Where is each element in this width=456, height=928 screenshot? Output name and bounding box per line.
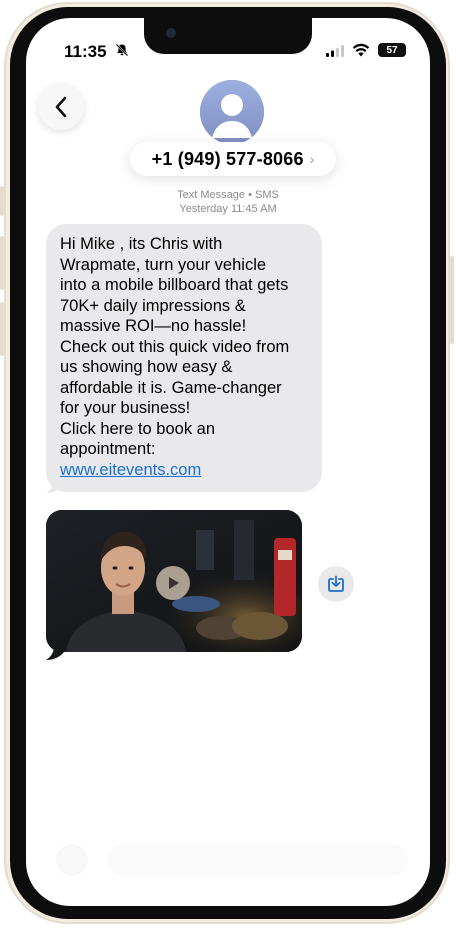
cellular-signal-icon <box>326 45 344 57</box>
phone-power-button <box>450 256 454 344</box>
save-to-device-icon <box>328 575 344 592</box>
camera-icon <box>166 28 176 38</box>
apps-button[interactable] <box>56 844 88 876</box>
message-service: Text Message • SMS <box>177 189 279 201</box>
bubble-tail <box>46 646 64 660</box>
bubble-tail <box>46 479 64 493</box>
battery-icon: 57 <box>378 43 406 57</box>
back-button[interactable] <box>38 84 84 130</box>
video-attachment[interactable] <box>46 510 302 652</box>
message-text: Hi Mike , its Chris with Wrapmate, turn … <box>60 235 290 458</box>
message-bubble[interactable]: Hi Mike , its Chris with Wrapmate, turn … <box>46 224 322 492</box>
wifi-icon <box>352 43 370 57</box>
status-time: 11:35 <box>64 42 107 61</box>
bell-slash-icon <box>115 43 129 57</box>
save-video-button[interactable] <box>318 566 354 602</box>
phone-volume-up <box>0 236 4 290</box>
contact-avatar[interactable] <box>200 80 264 144</box>
contact-number: +1 (949) 577-8066 <box>151 148 304 169</box>
phone-side-button <box>0 186 4 216</box>
battery-level: 57 <box>386 44 398 56</box>
phone-screen: 11:35 57 +1 (949) 577-8066 › Text Messag… <box>26 18 430 906</box>
contact-name-button[interactable]: +1 (949) 577-8066 › <box>130 142 336 176</box>
message-link[interactable]: www.eitevents.com <box>60 460 308 481</box>
dynamic-island <box>144 18 312 54</box>
phone-volume-down <box>0 302 4 356</box>
play-icon <box>169 577 179 589</box>
message-meta: Text Message • SMS Yesterday 11:45 AM <box>26 188 430 216</box>
message-timestamp: Yesterday 11:45 AM <box>179 203 277 215</box>
chevron-right-icon: › <box>309 151 315 167</box>
message-input[interactable] <box>108 844 408 876</box>
play-button[interactable] <box>156 566 190 600</box>
chevron-left-icon <box>55 96 67 118</box>
person-icon <box>200 80 264 144</box>
